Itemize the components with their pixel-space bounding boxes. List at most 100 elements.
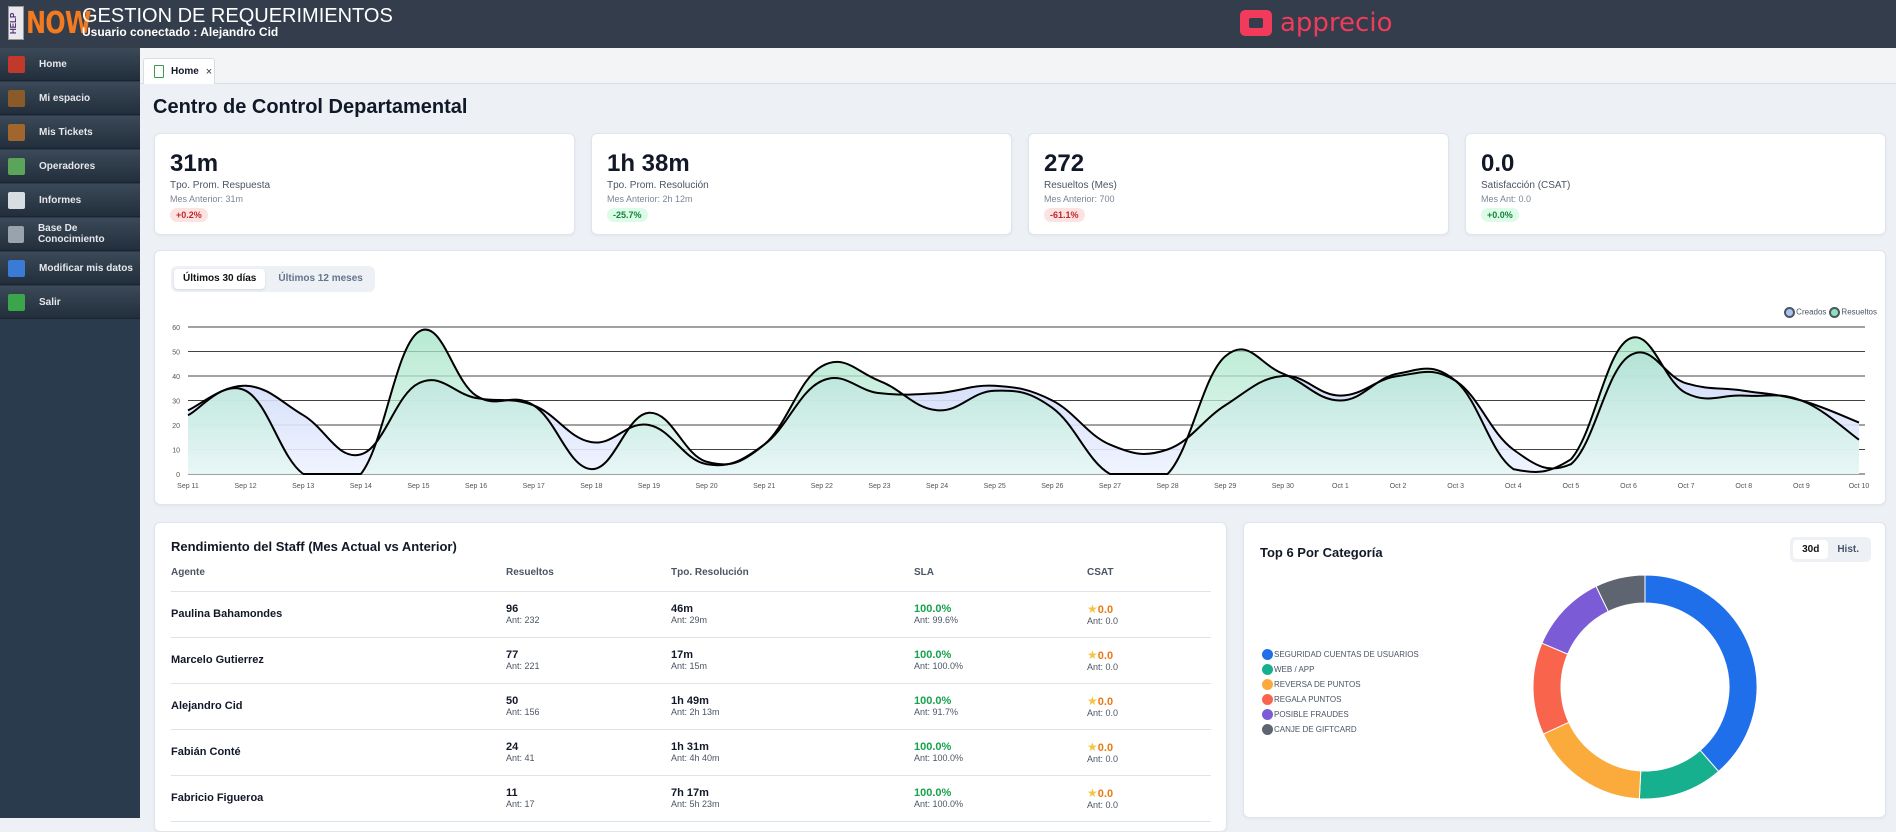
resolution-time-prev: Ant: 2h 13m bbox=[671, 707, 720, 717]
kpi-previous: Mes Ant: 0.0 bbox=[1481, 194, 1532, 204]
kpi-previous: Mes Anterior: 31m bbox=[170, 194, 244, 204]
csat-value: 0.0 bbox=[1097, 788, 1114, 800]
pen-icon bbox=[8, 259, 25, 277]
x-tick-label: Sep 30 bbox=[1272, 483, 1294, 490]
resueltos-prev: Ant: 156 bbox=[506, 707, 540, 717]
kpi-label: Tpo. Prom. Resolución bbox=[607, 180, 709, 191]
resueltos-value: 24 bbox=[506, 741, 519, 753]
exit-icon bbox=[8, 293, 25, 311]
sla-value: 100.0% bbox=[914, 695, 952, 707]
sidebar-item[interactable]: Operadores bbox=[0, 150, 140, 183]
star-icon: ★ bbox=[1087, 694, 1098, 708]
kpi-previous: Mes Anterior: 700 bbox=[1044, 194, 1115, 204]
kpi-label: Resueltos (Mes) bbox=[1044, 180, 1117, 191]
staff-performance-card: Rendimiento del Staff (Mes Actual vs Ant… bbox=[154, 522, 1227, 832]
y-tick-label: 60 bbox=[172, 325, 180, 332]
column-header: Resueltos bbox=[506, 567, 671, 592]
csat-value: 0.0 bbox=[1097, 696, 1114, 708]
table-row: Paulina Bahamondes 96 Ant: 232 46m Ant: 29… bbox=[171, 591, 1211, 638]
table-row: Fabián Conté 24 Ant: 41 1h 31m Ant: 4h 40m… bbox=[171, 729, 1211, 776]
x-tick-label: Oct 6 bbox=[1620, 483, 1637, 490]
book-icon bbox=[8, 123, 25, 141]
agent-name: Paulina Bahamondes bbox=[171, 608, 283, 620]
agent-name: Fabricio Figueroa bbox=[171, 792, 264, 804]
agent-name: Marcelo Gutierrez bbox=[171, 654, 264, 666]
table-row: Fabricio Figueroa 11 Ant: 17 7h 17m Ant: 5… bbox=[171, 775, 1211, 822]
y-tick-label: 40 bbox=[172, 374, 180, 381]
x-tick-label: Sep 26 bbox=[1041, 483, 1063, 490]
x-tick-label: Sep 22 bbox=[811, 483, 833, 490]
resueltos-prev: Ant: 41 bbox=[506, 753, 535, 763]
kpi-delta-badge: -61.1% bbox=[1044, 208, 1085, 222]
category-card: Top 6 Por Categoría 30d Hist. SEGURIDAD … bbox=[1243, 522, 1886, 818]
sidebar-item[interactable]: Salir bbox=[0, 286, 140, 319]
x-tick-label: Sep 24 bbox=[926, 483, 948, 490]
checklist-icon bbox=[8, 157, 25, 175]
donut-slice[interactable] bbox=[1542, 721, 1642, 800]
donut-slice[interactable] bbox=[1644, 574, 1758, 773]
resueltos-value: 50 bbox=[506, 695, 519, 707]
sidebar-item[interactable]: Base De Conocimiento bbox=[0, 218, 140, 251]
agent-name: Fabián Conté bbox=[171, 746, 241, 758]
sidebar-item[interactable]: Home bbox=[0, 48, 140, 81]
x-tick-label: Oct 1 bbox=[1332, 483, 1349, 490]
donut-slice[interactable] bbox=[1638, 749, 1720, 800]
csat-value: 0.0 bbox=[1097, 604, 1114, 616]
resolution-time-prev: Ant: 4h 40m bbox=[671, 753, 720, 763]
resolution-time-prev: Ant: 15m bbox=[671, 661, 708, 671]
resolution-time: 17m bbox=[671, 649, 694, 661]
x-tick-label: Sep 27 bbox=[1099, 483, 1121, 490]
donut-slice[interactable] bbox=[1532, 642, 1570, 735]
resolution-time-prev: Ant: 5h 23m bbox=[671, 799, 720, 809]
resueltos-prev: Ant: 232 bbox=[506, 615, 540, 625]
agent-name: Alejandro Cid bbox=[171, 700, 243, 712]
kpi-delta-badge: +0.2% bbox=[170, 208, 208, 222]
sla-prev: Ant: 99.6% bbox=[914, 615, 959, 625]
resolution-time: 46m bbox=[671, 603, 694, 615]
staff-title: Rendimiento del Staff (Mes Actual vs Ant… bbox=[171, 539, 457, 554]
kpi-value: 0.0 bbox=[1481, 150, 1515, 177]
y-tick-label: 10 bbox=[172, 448, 180, 455]
csat-value: 0.0 bbox=[1097, 650, 1114, 662]
table-header: Agente Resueltos Tpo. Resolución SLA CSAT bbox=[171, 567, 1211, 592]
kpi-value: 272 bbox=[1044, 150, 1085, 177]
donut-slice[interactable] bbox=[1541, 585, 1609, 655]
column-header: Tpo. Resolución bbox=[671, 567, 914, 592]
open-book-icon bbox=[8, 225, 24, 243]
x-tick-label: Oct 8 bbox=[1735, 483, 1752, 490]
kpi-delta-badge: -25.7% bbox=[607, 208, 648, 222]
csat-prev: Ant: 0.0 bbox=[1087, 662, 1119, 672]
star-icon: ★ bbox=[1087, 740, 1098, 754]
sidebar-item[interactable]: Informes bbox=[0, 184, 140, 217]
top-header: HELP NOW GESTION DE REQUERIMIENTOS Usuari… bbox=[0, 0, 1896, 48]
sidebar-item[interactable]: Mi espacio bbox=[0, 82, 140, 115]
column-header: SLA bbox=[914, 567, 1087, 592]
sidebar-item[interactable]: Mis Tickets bbox=[0, 116, 140, 149]
tab-home[interactable]: Home × bbox=[143, 58, 215, 84]
csat-prev: Ant: 0.0 bbox=[1087, 616, 1119, 626]
resolution-time: 1h 49m bbox=[671, 695, 709, 707]
sla-prev: Ant: 100.0% bbox=[914, 753, 964, 763]
table-row: Marcelo Gutierrez 77 Ant: 221 17m Ant: 15m… bbox=[171, 637, 1211, 684]
apprecio-logo: apprecio bbox=[1240, 8, 1392, 38]
resolution-time-prev: Ant: 29m bbox=[671, 615, 708, 625]
kpi-card: 31m Tpo. Prom. Respuesta Mes Anterior: 3… bbox=[154, 133, 575, 235]
x-tick-label: Sep 28 bbox=[1156, 483, 1178, 490]
table-row: Alejandro Cid 50 Ant: 156 1h 49m Ant: 2h 1… bbox=[171, 683, 1211, 730]
trend-chart: 0 10 20 30 40 50 60 Sep 11 Sep 12 Sep 13 Sep 14 Sep… bbox=[172, 325, 1869, 490]
x-tick-label: Sep 18 bbox=[580, 483, 602, 490]
kpi-value: 31m bbox=[170, 150, 219, 177]
close-tab-icon[interactable]: × bbox=[206, 66, 212, 78]
resueltos-prev: Ant: 17 bbox=[506, 799, 535, 809]
column-header: CSAT bbox=[1087, 567, 1211, 592]
sidebar-item[interactable]: Modificar mis datos bbox=[0, 252, 140, 285]
home-icon bbox=[8, 55, 25, 73]
kpi-delta-badge: +0.0% bbox=[1481, 208, 1519, 222]
x-tick-label: Oct 5 bbox=[1563, 483, 1580, 490]
csat-prev: Ant: 0.0 bbox=[1087, 754, 1119, 764]
x-tick-label: Sep 16 bbox=[465, 483, 487, 490]
x-tick-label: Sep 13 bbox=[292, 483, 314, 490]
category-donut bbox=[1532, 574, 1758, 800]
star-icon: ★ bbox=[1087, 602, 1098, 616]
sla-prev: Ant: 100.0% bbox=[914, 661, 964, 671]
